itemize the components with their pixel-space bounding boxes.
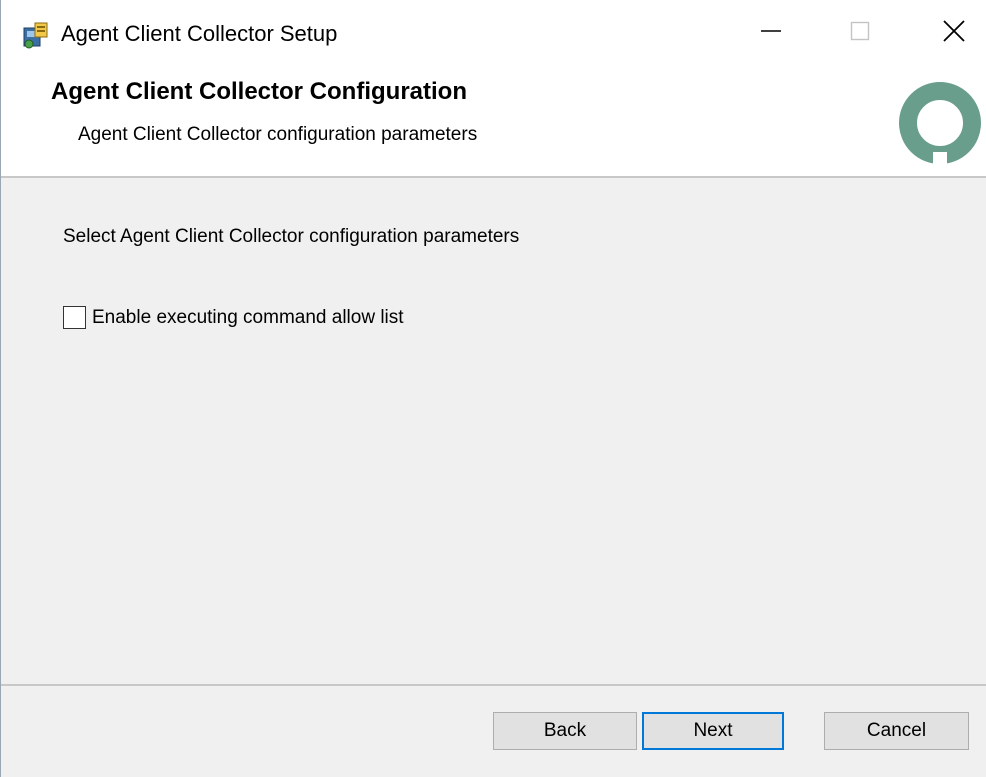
brand-logo-icon [897, 80, 983, 166]
title-bar[interactable]: Agent Client Collector Setup [1, 0, 986, 66]
page-title: Agent Client Collector Configuration [51, 78, 467, 105]
minimize-icon [760, 20, 782, 47]
enable-allow-list-label[interactable]: Enable executing command allow list [92, 307, 404, 329]
close-icon [942, 19, 966, 48]
maximize-icon [849, 20, 871, 47]
minimize-button[interactable] [736, 0, 806, 66]
installer-icon [21, 20, 51, 50]
page-subtitle: Agent Client Collector configuration par… [78, 124, 478, 145]
setup-window: Agent Client Collector Setup Agent Clien… [0, 0, 986, 777]
window-title: Agent Client Collector Setup [61, 21, 338, 46]
maximize-button[interactable] [825, 0, 895, 66]
enable-allow-list-checkbox[interactable] [63, 306, 86, 329]
header-banner: Agent Client Collector Configuration Age… [1, 66, 986, 178]
content-area: Select Agent Client Collector configurat… [1, 178, 986, 682]
instruction-text: Select Agent Client Collector configurat… [63, 226, 520, 247]
button-bar: Back Next Cancel [1, 684, 986, 777]
cancel-button[interactable]: Cancel [824, 712, 969, 750]
close-button[interactable] [919, 0, 986, 66]
back-button[interactable]: Back [493, 712, 637, 750]
next-button[interactable]: Next [642, 712, 784, 750]
enable-allow-list-option[interactable]: Enable executing command allow list [63, 306, 404, 329]
